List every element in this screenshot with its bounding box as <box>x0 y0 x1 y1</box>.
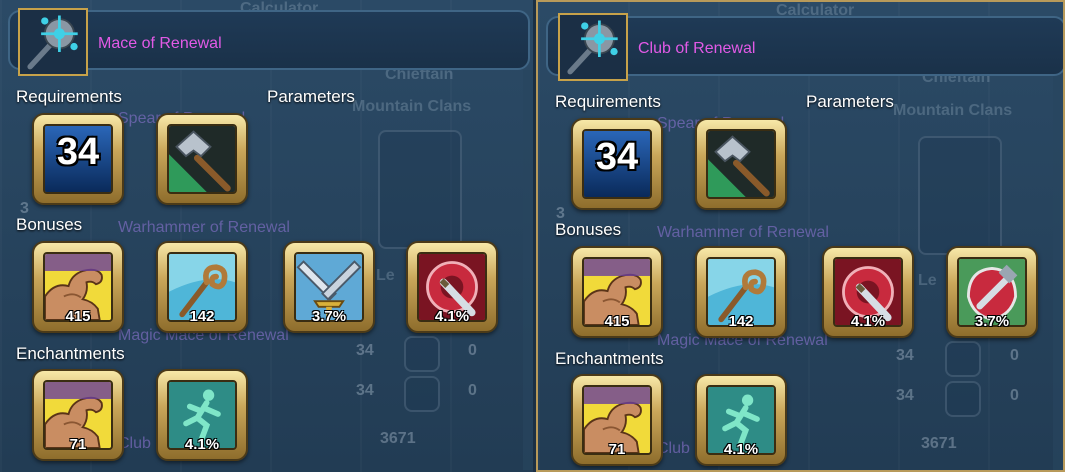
item-name: Club of Renewal <box>638 40 756 57</box>
enchantment-tile[interactable]: 4.1% <box>156 369 248 461</box>
bonus-tile[interactable]: 3.7% <box>946 246 1038 338</box>
bonus-tile[interactable]: 142 <box>156 241 248 333</box>
hammer-icon <box>706 129 776 199</box>
weapon-type-tile[interactable] <box>156 113 248 205</box>
bg-mountain-clans-text: Mountain Clans <box>352 98 472 115</box>
item-tooltip-right: Calculator Chieftain Mountain Clans Spea… <box>536 0 1065 472</box>
bg-character-portrait <box>378 130 462 249</box>
bonus-value: 415 <box>604 313 630 330</box>
bg-warhammer-text: Warhammer of Renewal <box>657 224 829 241</box>
enchantments-label: Enchantments <box>16 344 125 363</box>
bg-34-text: 34 <box>356 342 374 359</box>
bg-le-text: Le <box>376 267 395 284</box>
level-requirement-tile[interactable]: 34 <box>571 118 663 210</box>
item-name: Mace of Renewal <box>98 35 222 52</box>
enchantments-label: Enchantments <box>555 349 664 368</box>
bonus-tile[interactable]: 3.7% <box>283 241 375 333</box>
bg-3671-text: 3671 <box>380 430 416 447</box>
bg-slot <box>404 376 440 412</box>
bg-warhammer-text: Warhammer of Renewal <box>118 219 290 236</box>
bg-slot <box>945 341 981 377</box>
enchantment-tile[interactable]: 71 <box>571 374 663 466</box>
level-requirement-value: 34 <box>595 136 639 178</box>
enchantment-value: 71 <box>69 436 87 453</box>
weapon-type-tile[interactable] <box>695 118 787 210</box>
bg-slot <box>404 336 440 372</box>
bg-34-text: 34 <box>896 347 914 364</box>
bonus-value: 142 <box>728 313 754 330</box>
bonus-value: 4.1% <box>434 308 470 325</box>
bg-0-text: 0 <box>1010 347 1019 364</box>
bg-0-text: 0 <box>468 342 477 359</box>
parameters-label: Parameters <box>267 87 355 106</box>
bg-34-text: 34 <box>896 387 914 404</box>
club-icon <box>558 13 628 81</box>
bonus-value: 142 <box>189 308 215 325</box>
bonus-tile[interactable]: 415 <box>32 241 124 333</box>
bg-slot <box>945 381 981 417</box>
bg-character-portrait <box>918 136 1002 255</box>
requirements-label: Requirements <box>555 92 661 111</box>
bonus-value: 415 <box>65 308 91 325</box>
mace-icon <box>18 8 88 76</box>
enchantment-tile[interactable]: 71 <box>32 369 124 461</box>
bonus-value: 3.7% <box>974 313 1010 330</box>
bg-0-text: 0 <box>468 382 477 399</box>
requirements-label: Requirements <box>16 87 122 106</box>
item-tooltip-left: Calculator Chieftain Mountain Clans Spea… <box>0 0 536 472</box>
bg-scrollbar <box>523 70 533 470</box>
hammer-icon <box>167 124 237 194</box>
bonuses-label: Bonuses <box>16 215 83 234</box>
bg-scrollbar <box>1053 72 1063 470</box>
enchantment-value: 4.1% <box>184 436 220 453</box>
bonuses-label: Bonuses <box>555 220 622 239</box>
bg-0-text: 0 <box>1010 387 1019 404</box>
bonus-tile[interactable]: 415 <box>571 246 663 338</box>
bonus-value: 3.7% <box>311 308 347 325</box>
enchantment-value: 4.1% <box>723 441 759 458</box>
level-requirement-tile[interactable]: 34 <box>32 113 124 205</box>
level-requirement-value: 34 <box>56 131 100 173</box>
bg-mountain-clans-text: Mountain Clans <box>893 102 1013 119</box>
bonus-tile[interactable]: 4.1% <box>822 246 914 338</box>
enchantment-tile[interactable]: 4.1% <box>695 374 787 466</box>
parameters-label: Parameters <box>806 92 894 111</box>
bonus-value: 4.1% <box>850 313 886 330</box>
bg-3671-text: 3671 <box>921 435 957 452</box>
enchantment-value: 71 <box>608 441 626 458</box>
bg-34-text: 34 <box>356 382 374 399</box>
bg-le-text: Le <box>918 272 937 289</box>
bonus-tile[interactable]: 4.1% <box>406 241 498 333</box>
bonus-tile[interactable]: 142 <box>695 246 787 338</box>
